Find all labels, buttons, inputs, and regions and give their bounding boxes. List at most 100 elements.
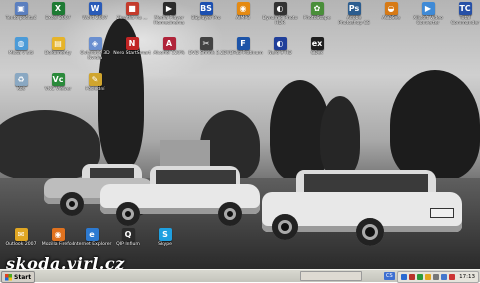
desktop-icon[interactable]: BS BSplayer Pro — [186, 2, 226, 32]
desktop-icon-label: Ovladače 3D Nvidia — [80, 51, 110, 61]
app-icon: ▣ — [14, 2, 28, 15]
desktop-icon-label: Nero 9 HD — [268, 51, 292, 56]
tray-icon[interactable] — [449, 274, 456, 280]
desktop-icon[interactable]: S Skype — [145, 228, 185, 258]
license-plate — [430, 208, 454, 218]
app-icon: ♻ — [14, 73, 28, 86]
desktop-icon[interactable]: ◐ Nero 9 HD — [260, 37, 300, 67]
tree-shape — [390, 70, 480, 180]
desktop-icon[interactable]: ex CDex — [297, 37, 337, 67]
desktop-icon[interactable]: ◐ Dynamic Photo HDR — [260, 2, 300, 32]
desktop-icon[interactable]: X Excel 2007 — [38, 2, 78, 32]
app-icon: ✂ — [199, 37, 213, 50]
app-icon: Q — [121, 228, 135, 241]
desktop-icon[interactable]: ▣ Tento počítač — [1, 2, 41, 32]
app-icon: ◍ — [14, 37, 28, 50]
desktop-icon[interactable]: ✿ PhotoScape — [297, 2, 337, 32]
desktop-icon-label: Poslední — [85, 87, 105, 92]
taskbar: Start CS 17:13 — [0, 269, 480, 283]
start-label: Start — [14, 273, 32, 281]
app-icon: ◉ — [51, 228, 65, 241]
desktop-icon[interactable]: Ps Adobe Photoshop CS — [334, 2, 374, 32]
app-icon: ▤ — [51, 37, 65, 50]
desktop-icon[interactable]: N Nero StartSmart — [112, 37, 152, 67]
app-icon: A — [162, 37, 176, 50]
desktop-icon[interactable]: ▶ Xilisoft Video Converter — [408, 2, 448, 32]
tray-icon[interactable] — [417, 274, 424, 280]
app-icon: TC — [458, 2, 472, 15]
system-tray: 17:13 — [397, 271, 479, 283]
desktop-icon-label: Dynamic Photo HDR — [262, 16, 298, 26]
clock[interactable]: 17:13 — [459, 274, 475, 280]
desktop-icon[interactable]: Vc VNC Viewer — [38, 73, 78, 103]
building — [160, 140, 210, 166]
desktop-icon-label: AIMP3 — [235, 16, 251, 21]
desktop-icon[interactable]: ◒ ACDSee — [371, 2, 411, 32]
desktop-icon[interactable]: W Word 2007 — [75, 2, 115, 32]
desktop-icon-label: Tento počítač — [5, 16, 37, 21]
app-icon: ▶ — [162, 2, 176, 15]
desktop-icon-label: DVD Shrink 3.2 — [188, 51, 224, 56]
desktop-icon[interactable]: ■ Zkratka na ... — [112, 2, 152, 32]
desktop-icon-label: ACDSee — [381, 16, 401, 21]
desktop-icon-label: Nero StartSmart — [113, 51, 151, 56]
desktop-icon-label: CDex — [310, 51, 324, 56]
app-icon: ■ — [125, 2, 139, 15]
app-icon: F — [236, 37, 250, 50]
app-icon: ◒ — [384, 2, 398, 15]
app-icon: X — [51, 2, 65, 15]
desktop-icon[interactable]: A Alcohol 120% — [149, 37, 189, 67]
desktop-icon-label: Místa v síti — [8, 51, 34, 56]
tray-icon[interactable] — [409, 274, 416, 280]
app-icon: ◉ — [236, 2, 250, 15]
tray-icon[interactable] — [401, 274, 408, 280]
app-icon: ✿ — [310, 2, 324, 15]
desktop-icon-label: Zkratka na ... — [116, 16, 148, 21]
desktop-icon-label: Excel 2007 — [45, 16, 71, 21]
desktop-icon-label: Alcohol 120% — [153, 51, 185, 56]
app-icon: BS — [199, 2, 213, 15]
desktop-icon-label: Outlook 2007 — [5, 242, 37, 247]
desktop-icon[interactable]: ♻ Koš — [1, 73, 41, 103]
desktop-icon-label: Media Player Homecinema — [153, 16, 185, 26]
tray-icon[interactable] — [425, 274, 432, 280]
desktop-icon-label: Dokumenty — [44, 51, 72, 56]
desktop-icon[interactable]: ✂ DVD Shrink 3.2 — [186, 37, 226, 67]
desktop-icon-label: BSplayer Pro — [191, 16, 221, 21]
app-icon: ◐ — [273, 2, 287, 15]
tray-icon[interactable] — [433, 274, 440, 280]
desktop-icon-label: QIP Infium — [116, 242, 140, 247]
app-icon: W — [88, 2, 102, 15]
desktop-icon[interactable]: ◍ Místa v síti — [1, 37, 41, 67]
desktop-icon[interactable]: ▤ Dokumenty — [38, 37, 78, 67]
desktop-icon[interactable]: ◈ Ovladače 3D Nvidia — [75, 37, 115, 67]
desktop-icon-label: Xilisoft Video Converter — [413, 16, 443, 26]
start-button[interactable]: Start — [1, 271, 36, 283]
tree-shape — [320, 96, 360, 176]
tray-icon[interactable] — [441, 274, 448, 280]
desktop-icon-label: Internet Explorer — [72, 242, 112, 247]
desktop-icon-label: Koš — [17, 87, 25, 92]
desktop-icon[interactable]: F DVDFab Platinum — [223, 37, 263, 67]
windows-logo-icon — [5, 273, 12, 281]
app-icon: Ps — [347, 2, 361, 15]
desktop-icon-label: PhotoScape — [303, 16, 331, 21]
desktop-icon[interactable]: ▶ Media Player Homecinema — [149, 2, 189, 32]
desktop-icon-label: Skype — [158, 242, 172, 247]
desktop-icon-label: Mozilla Firefox — [41, 242, 75, 247]
app-icon: ◈ — [88, 37, 102, 50]
desktop-icon[interactable]: ✎ Poslední — [75, 73, 115, 103]
desktop-icon-label: Word 2007 — [82, 16, 108, 21]
desktop-icon[interactable]: ◉ AIMP3 — [223, 2, 263, 32]
desktop-icon-label: DVDFab Platinum — [223, 51, 263, 56]
desktop-icon[interactable]: TC Total Commander — [445, 2, 480, 32]
app-icon: e — [85, 228, 99, 241]
app-icon: ✎ — [88, 73, 102, 86]
app-icon: Vc — [51, 73, 65, 86]
language-indicator[interactable]: CS — [384, 272, 395, 280]
taskbar-item[interactable] — [300, 271, 362, 281]
app-icon: N — [125, 37, 139, 50]
desktop-icon-label: Adobe Photoshop CS — [338, 16, 370, 26]
app-icon: ◐ — [273, 37, 287, 50]
app-icon: ✉ — [14, 228, 28, 241]
